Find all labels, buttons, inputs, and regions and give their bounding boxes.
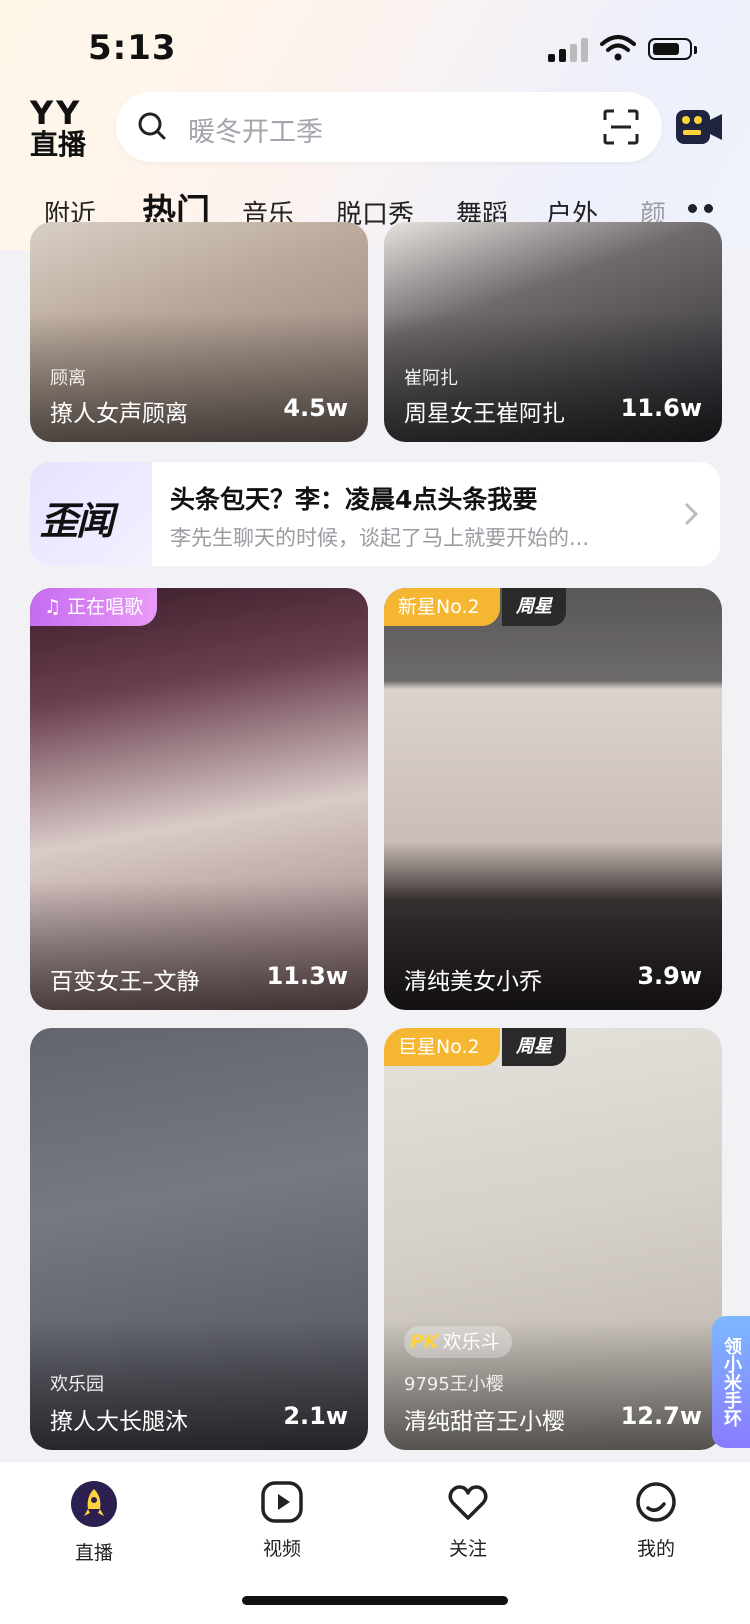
nav-follow[interactable]: 关注 — [418, 1480, 518, 1561]
stream-card[interactable]: 崔阿扎 周星女王崔阿扎 11.6w — [384, 222, 722, 442]
nav-me-label: 我的 — [636, 1538, 675, 1560]
card-viewers: 11.6w — [620, 394, 702, 422]
nav-follow-label: 关注 — [448, 1538, 487, 1560]
search-icon — [138, 112, 166, 140]
nav-video-label: 视频 — [262, 1538, 301, 1560]
news-badge-text: 歪闻 — [40, 499, 114, 543]
search-bar[interactable]: 暖冬开工季 — [116, 92, 662, 162]
home-indicator — [242, 1596, 508, 1605]
card-title: 清纯美女小乔 — [404, 969, 542, 995]
card-streamer: 欢乐园 — [50, 1374, 104, 1395]
nav-video[interactable]: 视频 — [232, 1480, 332, 1561]
singing-tag-label: 正在唱歌 — [67, 596, 144, 618]
search-placeholder: 暖冬开工季 — [188, 117, 323, 148]
stream-card[interactable]: 欢乐园 撩人大长腿沐 2.1w — [30, 1028, 368, 1450]
card-viewers: 3.9w — [637, 962, 702, 990]
stream-card[interactable]: 顾离 撩人女声顾离 4.5w — [30, 222, 368, 442]
card-streamer: 顾离 — [50, 368, 86, 389]
heart-icon — [448, 1485, 488, 1520]
card-title: 清纯甜音王小樱 — [404, 1409, 565, 1435]
news-description: 李先生聊天的时候，谈起了马上就要开始的... — [170, 526, 590, 550]
stream-card[interactable]: 新星No.2 周星 清纯美女小乔 3.9w — [384, 588, 722, 1010]
pk-badge: PK 欢乐斗 — [404, 1326, 512, 1358]
scan-icon[interactable] — [602, 108, 640, 146]
status-time: 5:13 — [88, 28, 177, 68]
card-streamer: 崔阿扎 — [404, 368, 458, 389]
more-tabs-icon[interactable] — [688, 204, 718, 214]
play-icon — [261, 1481, 303, 1523]
stream-card[interactable]: ♫ 正在唱歌 百变女王–文静 11.3w — [30, 588, 368, 1010]
news-headline: 头条包天？李：凌晨4点头条我要 — [170, 485, 538, 514]
wifi-icon — [600, 35, 636, 61]
card-title: 百变女王–文静 — [50, 969, 200, 995]
card-title: 撩人大长腿沐 — [50, 1409, 188, 1435]
nav-live[interactable]: 直播 — [44, 1480, 144, 1565]
live-rocket-icon — [71, 1481, 117, 1527]
news-banner[interactable]: 歪闻 头条包天？李：凌晨4点头条我要 李先生聊天的时候，谈起了马上就要开始的..… — [30, 462, 720, 566]
nav-live-label: 直播 — [74, 1542, 113, 1564]
live-camera-icon[interactable] — [674, 104, 724, 148]
week-star-tag: 周星 — [502, 588, 566, 626]
signal-icon — [548, 38, 590, 62]
card-streamer: 9795王小樱 — [404, 1374, 504, 1395]
card-title: 撩人女声顾离 — [50, 401, 188, 427]
news-badge: 歪闻 — [30, 462, 152, 566]
singing-tag: ♫ 正在唱歌 — [30, 588, 158, 626]
rank-tag: 新星No.2 — [384, 588, 500, 626]
card-viewers: 2.1w — [283, 1402, 348, 1430]
card-title: 周星女王崔阿扎 — [404, 401, 565, 427]
card-viewers: 11.3w — [266, 962, 348, 990]
battery-icon — [648, 38, 697, 60]
card-viewers: 4.5w — [283, 394, 348, 422]
app-logo[interactable]: YY 直播 — [30, 94, 96, 162]
pk-icon: PK — [410, 1331, 439, 1353]
pk-label: 欢乐斗 — [442, 1331, 500, 1353]
nav-me[interactable]: 我的 — [606, 1480, 706, 1561]
card-viewers: 12.7w — [620, 1402, 702, 1430]
rank-tag: 巨星No.2 — [384, 1028, 500, 1066]
profile-icon — [636, 1482, 676, 1522]
chevron-right-icon — [684, 502, 698, 526]
logo-yy: YY — [30, 94, 83, 132]
promo-side-badge[interactable]: 领小米手环 — [712, 1316, 750, 1448]
week-star-tag: 周星 — [502, 1028, 566, 1066]
stream-card[interactable]: 巨星No.2 周星 PK 欢乐斗 9795王小樱 清纯甜音王小樱 12.7w — [384, 1028, 722, 1450]
logo-live: 直播 — [30, 128, 87, 161]
